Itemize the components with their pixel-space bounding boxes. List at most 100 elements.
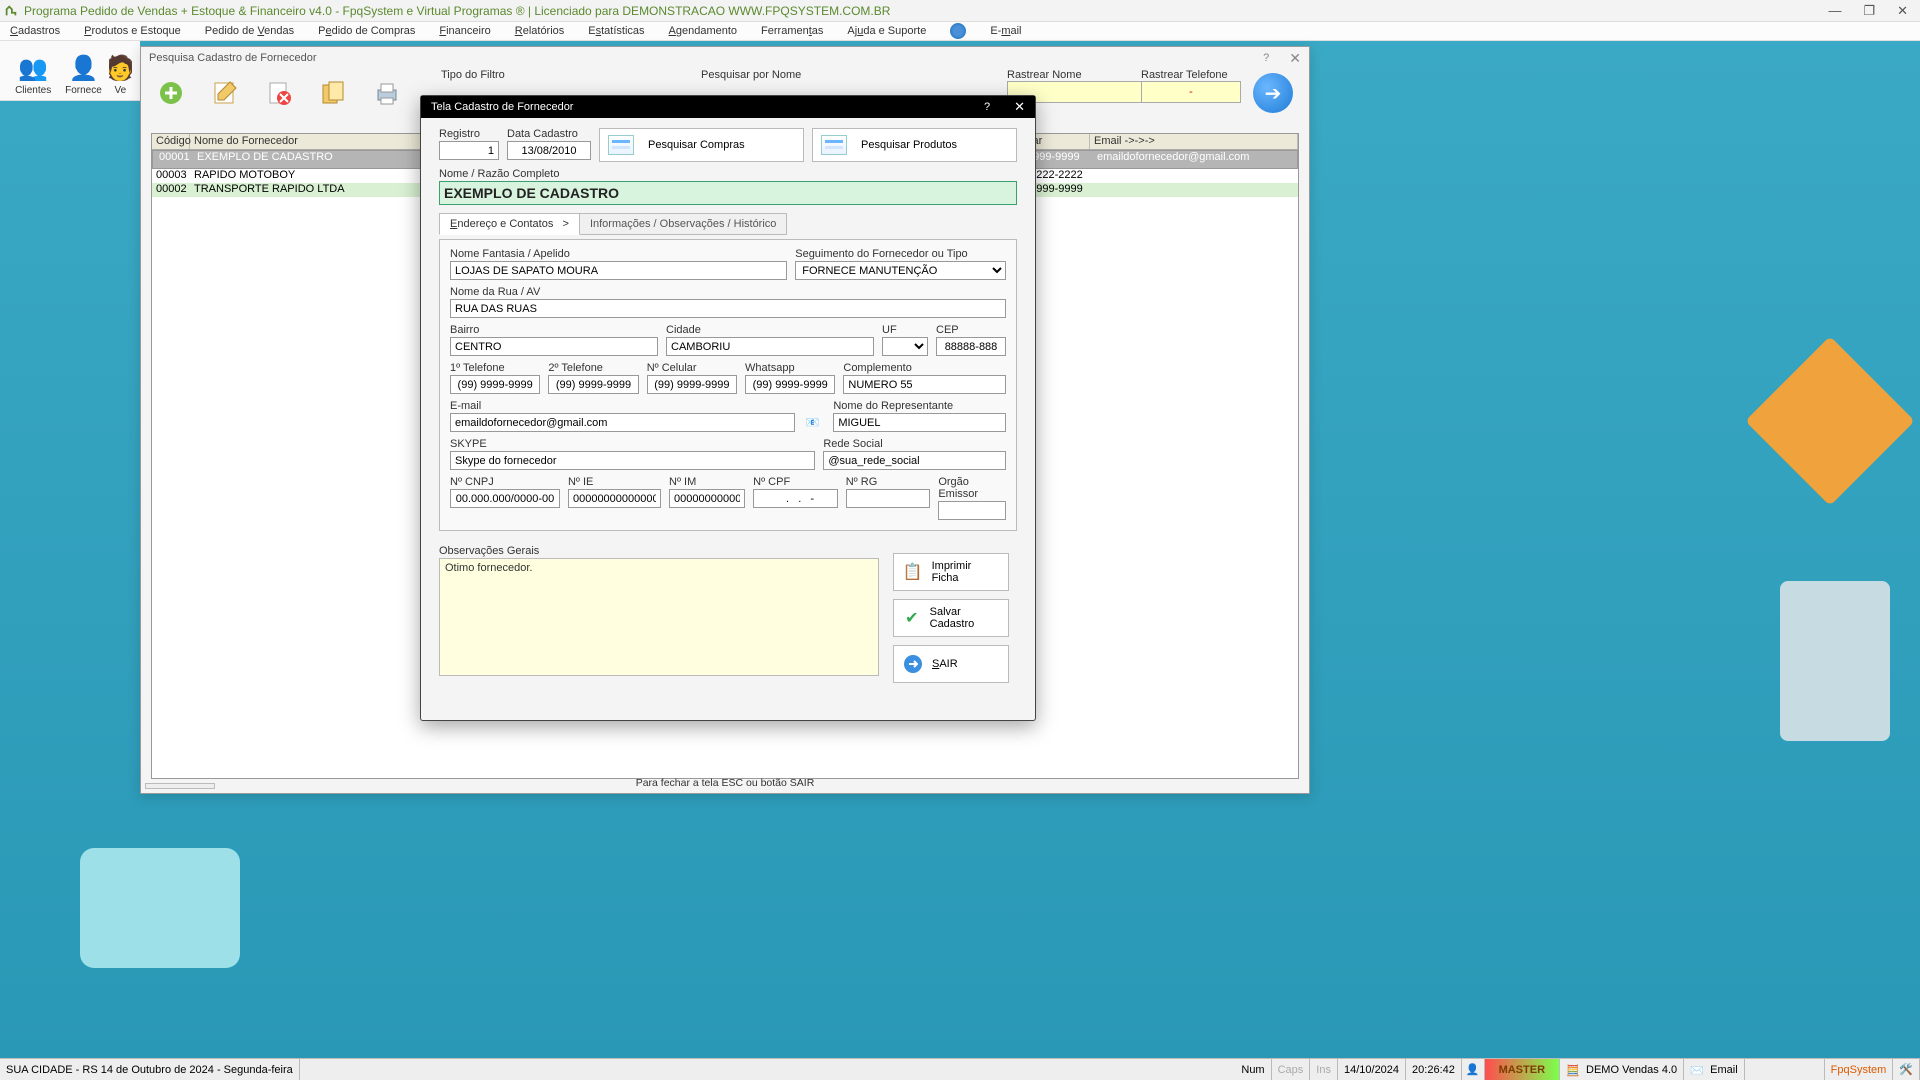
- pesquisar-compras-button[interactable]: Pesquisar Compras: [599, 128, 804, 162]
- salvar-cadastro-button[interactable]: ✔ Salvar Cadastro: [893, 599, 1009, 637]
- mail-icon: ✉️: [1690, 1064, 1706, 1076]
- tel2-input[interactable]: [548, 375, 638, 394]
- tab-endereco[interactable]: Endereço e Contatos >Endereço e Contatos…: [439, 213, 580, 235]
- cep-input[interactable]: [936, 337, 1006, 356]
- rua-input[interactable]: [450, 299, 1006, 318]
- status-fpq: FpqSystem: [1825, 1059, 1894, 1080]
- status-demo: 🧮DEMO Vendas 4.0: [1560, 1059, 1684, 1080]
- status-ins: Ins: [1310, 1059, 1338, 1080]
- whatsapp-input[interactable]: [745, 375, 835, 394]
- menu-pedido-vendas[interactable]: Pedido de VendasPedido de Vendas: [205, 25, 294, 37]
- cpf-input[interactable]: [753, 489, 838, 508]
- data-cadastro-input[interactable]: [507, 141, 591, 160]
- pesquisar-produtos-button[interactable]: Pesquisar Produtos: [812, 128, 1017, 162]
- complemento-input[interactable]: [843, 375, 1006, 394]
- search-window-title: Pesquisa Cadastro de Fornecedor: [149, 52, 317, 64]
- tab-informacoes[interactable]: Informações / Observações / Histórico: [580, 213, 787, 235]
- cidade-input[interactable]: [666, 337, 874, 356]
- bairro-input[interactable]: [450, 337, 658, 356]
- statusbar: SUA CIDADE - RS 14 de Outubro de 2024 - …: [0, 1058, 1920, 1080]
- minimize-button[interactable]: —: [1828, 3, 1841, 19]
- nome-razao-input[interactable]: [439, 181, 1017, 205]
- menu-ajuda[interactable]: Ajuda e SuporteAjuda e Suporte: [847, 25, 926, 37]
- im-input[interactable]: [669, 489, 745, 508]
- celular-input[interactable]: [647, 375, 737, 394]
- segmento-select[interactable]: FORNECE MANUTENÇÃO: [795, 261, 1006, 280]
- orgao-input[interactable]: [938, 501, 1006, 520]
- tel1-input[interactable]: [450, 375, 540, 394]
- check-icon: ✔: [902, 607, 922, 629]
- status-date: 14/10/2024: [1338, 1059, 1406, 1080]
- menu-estatisticas[interactable]: EstatísticasEstatísticas: [588, 25, 644, 37]
- track-phone-input[interactable]: [1141, 81, 1241, 103]
- toolbar-fornece[interactable]: 👤 Fornece: [58, 42, 108, 98]
- print-button[interactable]: [369, 75, 405, 111]
- observacoes-textarea[interactable]: [439, 558, 879, 676]
- filter-type-label: Tipo do Filtro: [441, 69, 505, 81]
- decor-box-right: [1750, 361, 1890, 741]
- fantasia-input[interactable]: [450, 261, 787, 280]
- status-blank: [1745, 1059, 1825, 1080]
- status-user-icon: 👤: [1462, 1059, 1485, 1080]
- app-title: Programa Pedido de Vendas + Estoque & Fi…: [24, 4, 890, 18]
- menu-pedido-compras[interactable]: Pedido de ComprasPedido de Compras: [318, 25, 415, 37]
- status-tool-icon[interactable]: 🛠️: [1893, 1059, 1920, 1080]
- toolbar-clientes[interactable]: 👥 Clientes: [8, 42, 58, 98]
- add-button[interactable]: [153, 75, 189, 111]
- search-help-button[interactable]: ?: [1263, 52, 1269, 64]
- status-email[interactable]: ✉️Email: [1684, 1059, 1745, 1080]
- status-caps: Caps: [1272, 1059, 1311, 1080]
- obs-label: Observações Gerais: [439, 545, 879, 557]
- menu-relatorios[interactable]: RelatóriosRelatórios: [515, 25, 565, 37]
- print-icon: 📋: [902, 561, 924, 583]
- rede-social-input[interactable]: [823, 451, 1006, 470]
- copy-button[interactable]: [315, 75, 351, 111]
- menu-email[interactable]: E-mailE-mail: [990, 25, 1021, 37]
- search-close-button[interactable]: ✕: [1289, 50, 1301, 67]
- table-icon: [821, 135, 847, 155]
- representante-input[interactable]: [833, 413, 1006, 432]
- edit-button[interactable]: [207, 75, 243, 111]
- status-num: Num: [1235, 1059, 1271, 1080]
- nome-razao-label: Nome / Razão Completo: [439, 168, 1017, 180]
- decor-box-left: [80, 848, 240, 968]
- supplier-icon: 👤: [66, 51, 100, 85]
- globe-icon[interactable]: [950, 23, 966, 39]
- delete-button[interactable]: [261, 75, 297, 111]
- supplier-modal: Tela Cadastro de Fornecedor ? ✕ Registro…: [420, 95, 1036, 721]
- sair-button[interactable]: SAIRSAIR: [893, 645, 1009, 683]
- track-phone-label: Rastrear Telefone: [1141, 69, 1241, 81]
- search-go-button[interactable]: ➔: [1253, 73, 1293, 113]
- menu-cadastros[interactable]: CCadastrosadastros: [10, 25, 60, 37]
- close-button[interactable]: ✕: [1897, 3, 1908, 19]
- tab-panel-endereco: Nome Fantasia / Apelido Seguimento do Fo…: [439, 239, 1017, 531]
- ie-input[interactable]: [568, 489, 661, 508]
- status-master: MASTER: [1485, 1059, 1560, 1080]
- app-icon: 🧮: [1566, 1064, 1582, 1076]
- modal-help-button[interactable]: ?: [984, 101, 990, 113]
- menu-produtos[interactable]: Produtos e EstoqueProdutos e Estoque: [84, 25, 181, 37]
- seller-icon: 🧑: [109, 51, 132, 85]
- search-footer-hint: Para fechar a tela ESC ou botão SAIR: [141, 775, 1309, 793]
- email-input[interactable]: [450, 413, 795, 432]
- uf-select[interactable]: [882, 337, 928, 356]
- cnpj-input[interactable]: [450, 489, 560, 508]
- main-toolbar: 👥 Clientes 👤 Fornece 🧑 Ve: [0, 41, 140, 101]
- toolbar-vend[interactable]: 🧑 Ve: [109, 42, 132, 98]
- modal-title: Tela Cadastro de Fornecedor: [431, 101, 573, 113]
- menubar: CCadastrosadastros Produtos e EstoquePro…: [0, 22, 1920, 41]
- arrow-right-icon: [902, 653, 924, 675]
- registro-input[interactable]: [439, 141, 499, 160]
- modal-close-button[interactable]: ✕: [1014, 99, 1025, 115]
- maximize-button[interactable]: ❐: [1863, 3, 1875, 19]
- search-name-label: Pesquisar por Nome: [701, 69, 801, 81]
- data-cadastro-label: Data Cadastro: [507, 128, 591, 140]
- rg-input[interactable]: [846, 489, 931, 508]
- send-email-icon[interactable]: 📧: [803, 413, 821, 431]
- table-icon: [608, 135, 634, 155]
- menu-agendamento[interactable]: AgendamentoAgendamento: [669, 25, 738, 37]
- skype-input[interactable]: [450, 451, 815, 470]
- menu-ferramentas[interactable]: FerramentasFerramentas: [761, 25, 823, 37]
- imprimir-ficha-button[interactable]: 📋 Imprimir Ficha: [893, 553, 1009, 591]
- menu-financeiro[interactable]: FinanceiroFinanceiro: [439, 25, 490, 37]
